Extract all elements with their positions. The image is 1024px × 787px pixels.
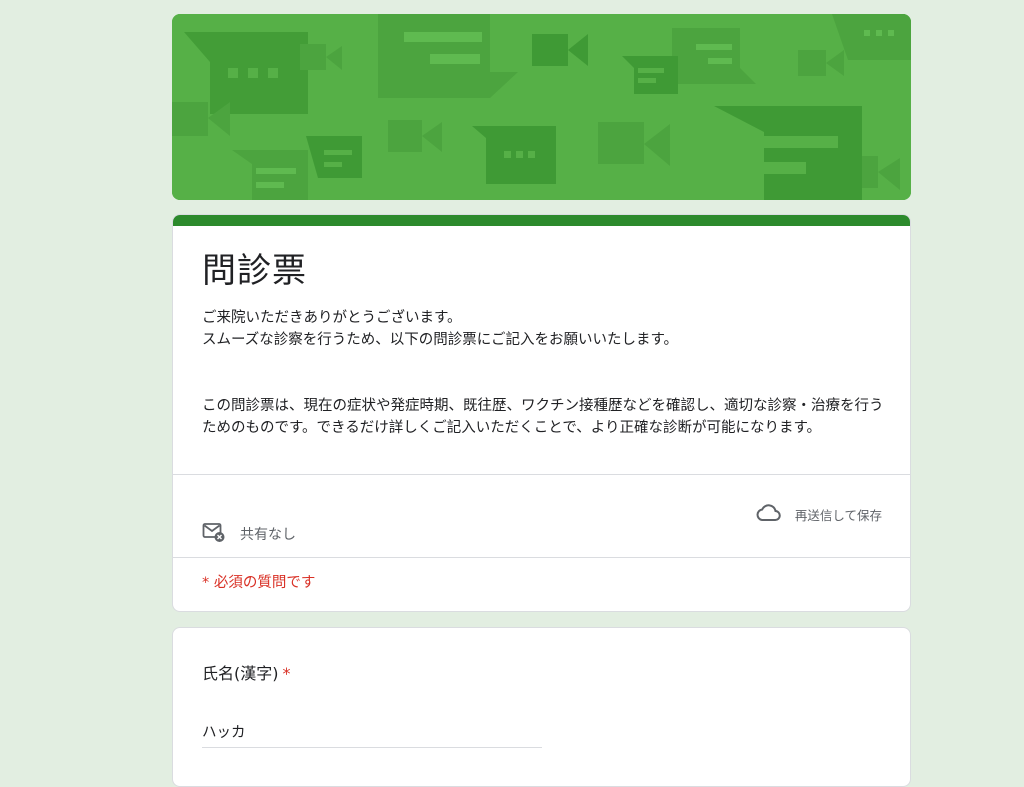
required-note: * 必須の質問です xyxy=(202,575,316,591)
question-card-name: 氏名(漢字) * xyxy=(172,627,911,787)
description-gap xyxy=(202,373,892,395)
form-header-card: 問診票 ご来院いただきありがとうございます。 スムーズな診察を行うため、以下の問… xyxy=(172,214,911,612)
mail-blocked-icon xyxy=(202,521,226,547)
card-accent-bar xyxy=(173,215,910,226)
description-line-1: ご来院いただきありがとうございます。 xyxy=(202,310,462,326)
description-gap xyxy=(202,351,892,373)
description-paragraph-2: この問診票は、現在の症状や発症時期、既往歴、ワクチン接種歴などを確認し、適切な診… xyxy=(202,398,884,436)
email-status-text: 共有なし xyxy=(240,527,296,543)
header-banner xyxy=(172,14,911,200)
question-label: 氏名(漢字) * xyxy=(202,660,291,684)
banner-pattern xyxy=(172,14,911,200)
name-kanji-input[interactable] xyxy=(202,716,542,748)
email-status[interactable]: 共有なし xyxy=(202,521,296,547)
save-status: 再送信して保存 xyxy=(755,503,882,526)
description-line-2: スムーズな診察を行うため、以下の問診票にご記入をお願いいたします。 xyxy=(202,332,679,348)
form-description: ご来院いただきありがとうございます。 スムーズな診察を行うため、以下の問診票にご… xyxy=(202,307,892,439)
question-label-text: 氏名(漢字) xyxy=(202,664,279,683)
divider xyxy=(173,557,910,558)
save-status-text: 再送信して保存 xyxy=(794,508,882,523)
cloud-icon xyxy=(755,503,781,526)
required-star: * xyxy=(282,664,291,683)
form-title: 問診票 xyxy=(202,251,307,291)
divider xyxy=(173,474,910,475)
